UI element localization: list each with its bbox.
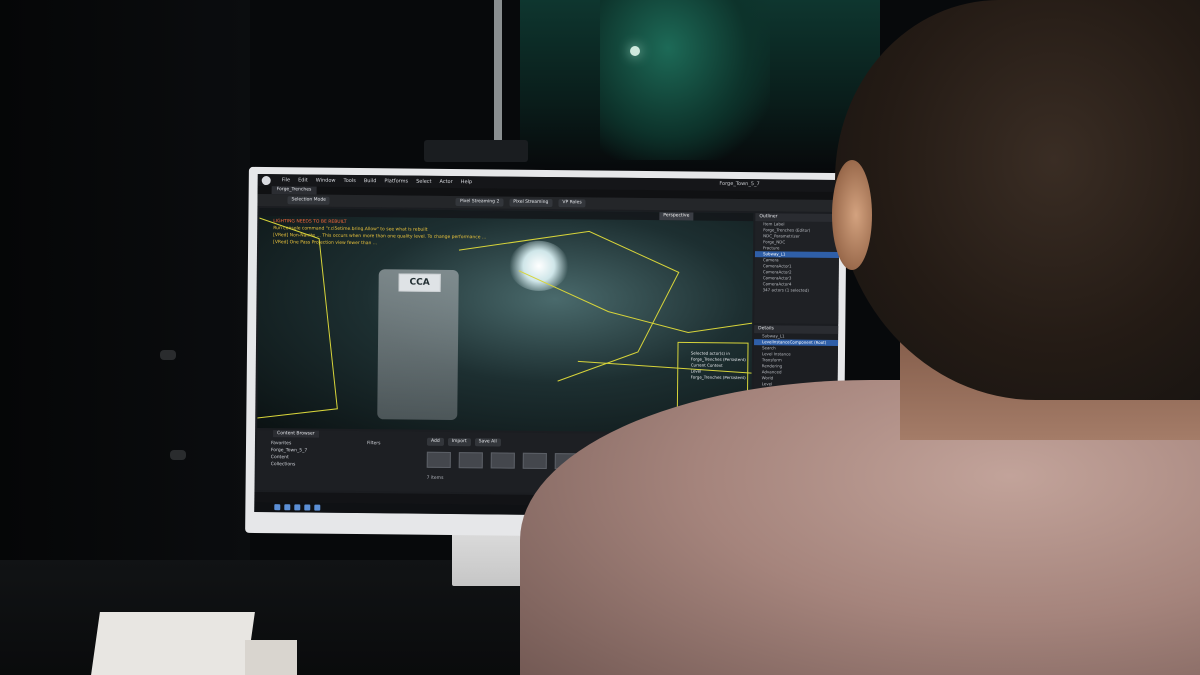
pixel-streaming-button[interactable]: Pixel Streaming <box>509 198 553 208</box>
menu-help[interactable]: Help <box>461 179 472 185</box>
menu-build[interactable]: Build <box>364 178 377 184</box>
pixel-streaming-2-button[interactable]: Pixel Streaming 2 <box>455 198 504 207</box>
menu-platforms[interactable]: Platforms <box>384 178 408 184</box>
vp-roles-button[interactable]: VP Roles <box>558 199 586 208</box>
import-button[interactable]: Import <box>447 437 471 447</box>
selected-actor-note: Selected actor(s) in Forge_Trenches (Per… <box>691 351 746 382</box>
menu-tools[interactable]: Tools <box>343 178 355 184</box>
white-box <box>90 612 255 675</box>
taskbar-app-icon[interactable] <box>304 504 311 511</box>
white-box-small <box>245 640 297 675</box>
selection-mode-button[interactable]: Selection Mode <box>287 196 330 205</box>
content-browser-tab[interactable]: Content Browser <box>273 430 319 438</box>
menu-actor[interactable]: Actor <box>439 179 452 185</box>
photo-scene: File Edit Window Tools Build Platforms S… <box>0 0 1200 675</box>
cabinet-knob <box>160 350 176 360</box>
add-button[interactable]: Add <box>426 437 444 446</box>
menu-file[interactable]: File <box>282 177 290 183</box>
pole-bracket <box>424 140 528 162</box>
unreal-logo-icon <box>261 176 271 186</box>
filters-label[interactable]: Filters <box>367 441 381 446</box>
cabinet-knob <box>170 450 186 460</box>
asset-thumbnail[interactable] <box>522 452 547 470</box>
window-title: Forge_Town_5_7 <box>719 180 760 188</box>
cb-sources: Favorites Forge_Town_5_7 Content Collect… <box>271 440 308 468</box>
cb-toolbar: Add Import Save All <box>426 437 501 447</box>
asset-thumbnail[interactable] <box>458 452 483 469</box>
actor-count: 347 actors (1 selected) <box>762 287 810 293</box>
asset-thumbnail[interactable] <box>426 451 451 468</box>
wireframe-overlay <box>257 217 753 424</box>
background-light <box>630 46 640 56</box>
note-line: Forge_Trenches (Persistent) <box>690 374 746 381</box>
background-window <box>600 0 770 160</box>
ceiling-pole <box>494 0 502 150</box>
menu-window[interactable]: Window <box>316 178 336 184</box>
start-icon[interactable] <box>274 504 281 511</box>
collections-label[interactable]: Collections <box>271 461 307 468</box>
person-ear <box>832 160 872 270</box>
taskbar-app-icon[interactable] <box>284 504 291 511</box>
asset-thumbnail[interactable] <box>490 452 515 469</box>
taskbar-app-icon[interactable] <box>314 504 321 511</box>
menu-select[interactable]: Select <box>416 179 431 185</box>
outliner-panel: Outliner Item Label Forge_Trenches (Edit… <box>754 213 840 325</box>
menu-edit[interactable]: Edit <box>298 177 308 183</box>
person-head <box>835 0 1200 400</box>
taskbar-app-icon[interactable] <box>294 504 301 511</box>
level-viewport[interactable]: Perspective CCA LIGHTING NEEDS TO BE REB… <box>257 207 754 434</box>
save-all-button[interactable]: Save All <box>474 438 501 447</box>
items-count: 7 items <box>426 475 444 481</box>
